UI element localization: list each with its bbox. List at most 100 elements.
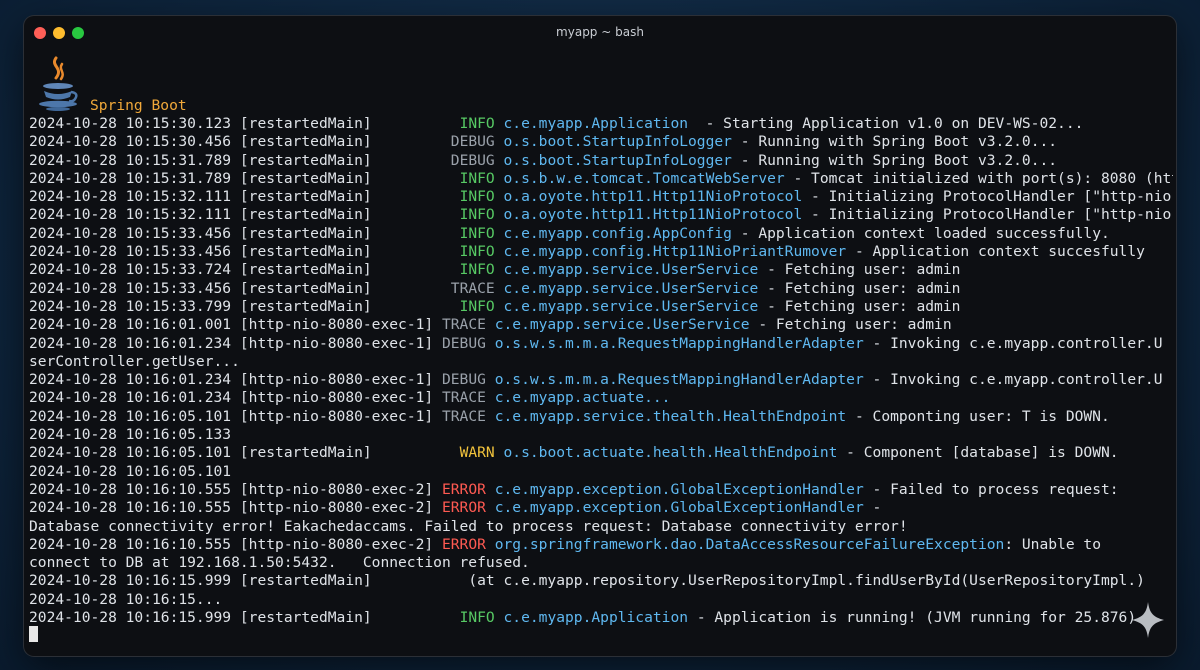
log-message: - Application context succesfully xyxy=(846,243,1145,261)
sparkle-icon xyxy=(1132,602,1164,638)
log-source: org.springframework.dao.DataAccessResour… xyxy=(494,535,1005,553)
log-message: - Running with Spring Boot v3.2.0... xyxy=(731,151,1058,169)
log-message: - Fetching user: admin xyxy=(749,316,952,334)
log-level: TRACE xyxy=(441,407,486,425)
log-line: 2024-10-28 10:16:10.555 [http-nio-8080-e… xyxy=(29,499,1173,517)
log-line: 2024-10-28 10:16:10.555 [http-nio-8080-e… xyxy=(29,536,1173,554)
log-level: DEBUG xyxy=(450,151,495,169)
log-line: 2024-10-28 10:15:31.789 [restartedMain] … xyxy=(29,152,1173,170)
log-message: - Failed to process request: xyxy=(863,480,1119,498)
log-source: c.e.myapp.exception.GlobalExceptionHandl… xyxy=(494,499,864,517)
log-source: o.s.boot.actuate.health.HealthEndpoint xyxy=(503,444,838,462)
log-line: connect to DB at 192.168.1.50:5432. Conn… xyxy=(29,554,1173,572)
log-timestamp: 2024-10-28 10:16:15.999 xyxy=(29,572,232,590)
log-level: ERROR xyxy=(441,535,486,553)
log-message: : Unable to xyxy=(1004,535,1101,553)
log-timestamp: 2024-10-28 10:15:32.111 xyxy=(29,188,232,206)
log-message: - Fetching user: admin xyxy=(758,297,961,315)
log-level: INFO xyxy=(450,261,495,279)
log-message: (at c.e.myapp.repository.UserRepositoryI… xyxy=(450,572,1145,590)
log-source: c.e.myapp.service.UserService xyxy=(503,261,759,279)
log-level: DEBUG xyxy=(450,133,495,151)
log-timestamp: 2024-10-28 10:16:15... xyxy=(29,590,223,608)
log-source: c.e.myapp.exception.GlobalExceptionHandl… xyxy=(494,480,864,498)
log-line: 2024-10-28 10:15:32.111 [restartedMain] … xyxy=(29,206,1173,224)
log-thread: [restartedMain] xyxy=(239,261,442,279)
log-message: - Fetching user: admin xyxy=(758,261,961,279)
log-timestamp: 2024-10-28 10:16:05.101 xyxy=(29,462,232,480)
log-source: o.a.oyote.http11.Http11NioProtocol xyxy=(503,188,803,206)
log-source: c.e.myapp.actuate... xyxy=(494,389,671,407)
log-message: - Fetching user: admin xyxy=(758,279,961,297)
log-line: 2024-10-28 10:15:33.799 [restartedMain] … xyxy=(29,298,1173,316)
log-thread: [http-nio-8080-exec-2] xyxy=(239,480,434,498)
log-timestamp: 2024-10-28 10:16:01.234 xyxy=(29,334,232,352)
log-timestamp: 2024-10-28 10:15:33.724 xyxy=(29,261,232,279)
log-level: INFO xyxy=(450,188,495,206)
java-coffee-cup-icon xyxy=(39,56,78,111)
log-thread: [restartedMain] xyxy=(239,609,442,627)
log-thread: [http-nio-8080-exec-1] xyxy=(239,407,434,425)
log-message: - Running with Spring Boot v3.2.0... xyxy=(731,133,1058,151)
log-message: - Application context loaded successfull… xyxy=(731,224,1110,242)
log-timestamp: 2024-10-28 10:16:10.555 xyxy=(29,480,232,498)
log-output[interactable]: 2024-10-28 10:15:30.123 [restartedMain] … xyxy=(29,115,1173,627)
log-timestamp: 2024-10-28 10:16:05.101 xyxy=(29,444,232,462)
log-line: 2024-10-28 10:15:31.789 [restartedMain] … xyxy=(29,170,1173,188)
log-message: - Initializing ProtocolHandler ["http-ni… xyxy=(802,206,1173,224)
log-level: INFO xyxy=(450,297,495,315)
log-timestamp: 2024-10-28 10:16:01.234 xyxy=(29,371,232,389)
log-level: INFO xyxy=(450,243,495,261)
log-timestamp: 2024-10-28 10:16:15.999 xyxy=(29,609,232,627)
log-line: 2024-10-28 10:15:32.111 [restartedMain] … xyxy=(29,188,1173,206)
log-line: 2024-10-28 10:15:33.456 [restartedMain] … xyxy=(29,225,1173,243)
log-line: 2024-10-28 10:16:05.101 xyxy=(29,463,1173,481)
log-source: o.a.oyote.http11.Http11NioProtocol xyxy=(503,206,803,224)
log-line: 2024-10-28 10:16:01.234 [http-nio-8080-e… xyxy=(29,335,1173,353)
log-message: - Application is running! (JVM running f… xyxy=(688,609,1137,627)
log-thread: [restartedMain] xyxy=(239,188,442,206)
log-timestamp: 2024-10-28 10:16:01.001 xyxy=(29,316,232,334)
log-line: 2024-10-28 10:16:10.555 [http-nio-8080-e… xyxy=(29,481,1173,499)
log-level: ERROR xyxy=(441,499,486,517)
log-line: 2024-10-28 10:16:01.234 [http-nio-8080-e… xyxy=(29,371,1173,389)
log-thread: [http-nio-8080-exec-1] xyxy=(239,371,434,389)
terminal-window: myapp ~ bash Spring Boot 2024-10-28 10:1… xyxy=(24,16,1176,656)
log-line: 2024-10-28 10:16:15.999 [restartedMain] … xyxy=(29,609,1173,627)
spring-boot-banner: Spring Boot xyxy=(32,52,192,116)
log-message: serController.getUser... xyxy=(29,352,240,370)
log-thread: [restartedMain] xyxy=(239,297,442,315)
log-level: INFO xyxy=(450,224,495,242)
text-cursor xyxy=(29,626,38,642)
log-line: serController.getUser... xyxy=(29,353,1173,371)
log-thread: [restartedMain] xyxy=(239,243,442,261)
log-source: c.e.myapp.service.UserService xyxy=(503,279,759,297)
log-line: 2024-10-28 10:16:05.101 [restartedMain] … xyxy=(29,444,1173,462)
log-level: DEBUG xyxy=(441,371,486,389)
log-message: Database connectivity error! Eakachedacc… xyxy=(29,517,908,535)
log-thread: [restartedMain] xyxy=(239,206,442,224)
log-source: c.e.myapp.service.thealth.HealthEndpoint xyxy=(494,407,847,425)
log-timestamp: 2024-10-28 10:15:31.789 xyxy=(29,151,232,169)
log-source: o.s.w.s.m.m.a.RequestMappingHandlerAdapt… xyxy=(494,334,864,352)
log-timestamp: 2024-10-28 10:15:30.456 xyxy=(29,133,232,151)
log-source: o.s.b.w.e.tomcat.TomcatWebServer xyxy=(503,169,785,187)
log-level: INFO xyxy=(450,206,495,224)
log-line: 2024-10-28 10:15:30.123 [restartedMain] … xyxy=(29,115,1173,133)
log-line: 2024-10-28 10:15:33.456 [restartedMain] … xyxy=(29,243,1173,261)
log-source: c.e.myapp.config.Http11NioPriantRumover xyxy=(503,243,847,261)
log-thread: [http-nio-8080-exec-1] xyxy=(239,389,434,407)
log-line: 2024-10-28 10:16:15.999 [restartedMain] … xyxy=(29,572,1173,590)
log-message: - Invoking c.e.myapp.controller.U xyxy=(863,334,1163,352)
log-source: c.e.myapp.config.AppConfig xyxy=(503,224,732,242)
log-level: WARN xyxy=(450,444,495,462)
log-message: - Componting user: T is DOWN. xyxy=(846,407,1110,425)
log-thread: [restartedMain] xyxy=(239,115,442,132)
log-level: INFO xyxy=(450,115,495,132)
log-source: c.e.myapp.service.UserService xyxy=(503,297,759,315)
log-line: 2024-10-28 10:15:33.456 [restartedMain] … xyxy=(29,280,1173,298)
log-message: - Component [database] is DOWN. xyxy=(837,444,1119,462)
log-level: DEBUG xyxy=(441,334,486,352)
log-line: 2024-10-28 10:16:01.001 [http-nio-8080-e… xyxy=(29,316,1173,334)
log-message: - Initializing ProtocolHandler ["http-ni… xyxy=(802,188,1172,206)
